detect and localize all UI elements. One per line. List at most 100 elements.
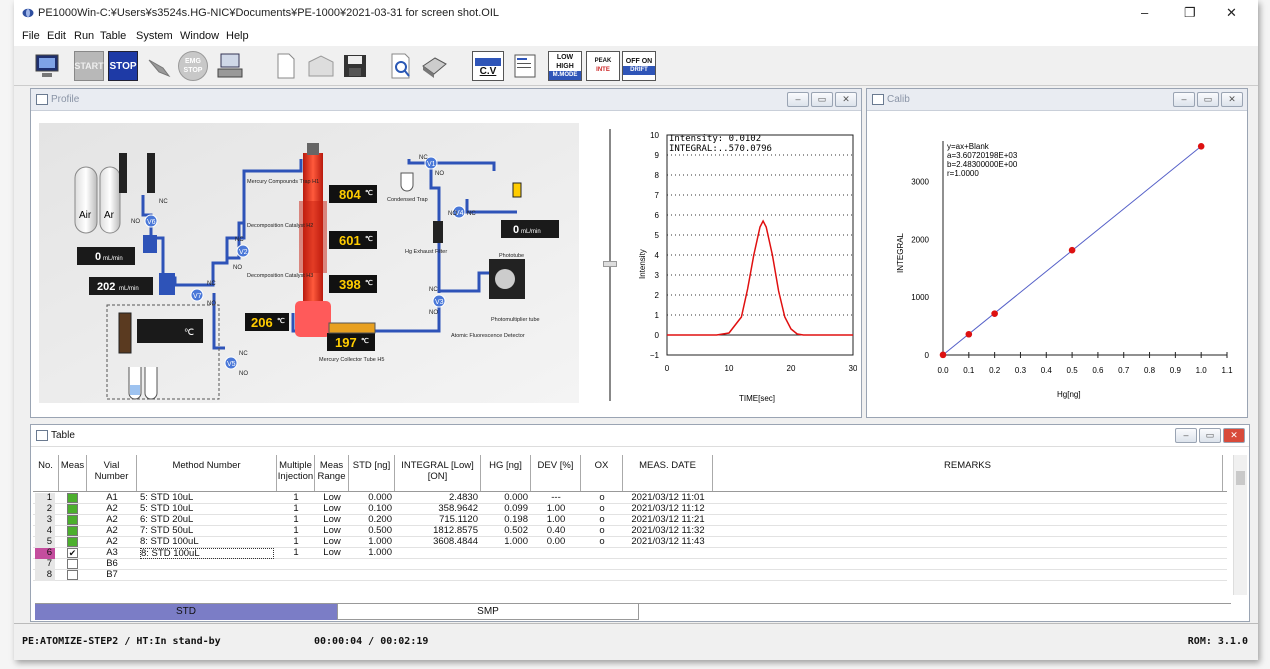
cv-button[interactable]: C.V (472, 51, 504, 81)
pmt-label: Photomultiplier tube (491, 317, 540, 323)
hdr-meas-range[interactable]: Meas Range (315, 455, 349, 492)
hdr-hg[interactable]: HG [ng] (481, 455, 531, 492)
menu-file[interactable]: File (22, 30, 40, 42)
print-monitor-button[interactable] (214, 51, 246, 81)
cell-meas-date: 2021/03/12 11:12 (631, 503, 705, 514)
printer-icon (422, 57, 447, 78)
cell-no: 2 (35, 503, 55, 515)
tab-std[interactable]: STD (35, 604, 337, 620)
hdr-multi-inj[interactable]: Multiple Injection (277, 455, 315, 492)
calib-a: a=3.60720198E+03 (947, 151, 1018, 160)
emg-stop-button[interactable]: EMG STOP (178, 51, 208, 81)
table-scroll-thumb[interactable] (1236, 471, 1245, 485)
cell-vial: B6 (106, 558, 118, 569)
cell-dev: 1.00 (546, 503, 566, 514)
meas-checkbox[interactable] (67, 504, 78, 514)
v4-nc-label: NC (467, 211, 476, 217)
menu-edit[interactable]: Edit (47, 30, 66, 42)
menu-help[interactable]: Help (226, 30, 249, 42)
calib-point (1197, 142, 1205, 150)
profile-minimize-button[interactable]: – (787, 92, 809, 107)
tab-smp[interactable]: SMP (337, 604, 639, 620)
mass-flow-controller-2 (159, 273, 175, 295)
hdr-vial[interactable]: Vial Number (87, 455, 137, 492)
open-file-button[interactable] (306, 51, 336, 81)
flow-2-unit: mL/min (119, 286, 139, 292)
cell-no: 1 (35, 492, 55, 504)
hdr-remarks[interactable]: REMARKS (713, 455, 1223, 492)
cell-no: 3 (35, 514, 55, 526)
outlet-indicator (512, 182, 522, 198)
menu-window[interactable]: Window (180, 30, 219, 42)
hdr-integral[interactable]: INTEGRAL [Low][ON] (395, 455, 481, 492)
calib-minimize-button[interactable]: – (1173, 92, 1195, 107)
new-file-button[interactable] (272, 51, 300, 81)
cell-hg (484, 559, 528, 570)
meas-checkbox[interactable] (67, 537, 78, 547)
hdr-std[interactable]: STD [ng] (349, 455, 395, 492)
table-scrollbar[interactable] (1233, 455, 1247, 595)
meas-checkbox[interactable] (67, 526, 78, 536)
calib-xtick-label: 0.1 (963, 366, 975, 375)
calib-close-button[interactable]: ✕ (1221, 92, 1243, 107)
peak-inte-button[interactable]: PEAK INTE (586, 51, 620, 81)
cell-meas-range: Low (323, 536, 341, 547)
calib-window-icon (872, 94, 884, 105)
stop-button[interactable]: STOP (108, 51, 138, 81)
table-restore-button[interactable]: ▭ (1199, 428, 1221, 443)
calib-xtick-label: 1.0 (1196, 366, 1208, 375)
meas-checkbox[interactable] (67, 570, 78, 580)
peak-xtick-label: 0 (665, 364, 670, 373)
meas-checkbox[interactable] (67, 493, 78, 503)
cell-ox: o (599, 514, 605, 525)
profile-restore-button[interactable]: ▭ (811, 92, 833, 107)
monitor-button[interactable] (32, 51, 62, 81)
v1-no-label: NO (435, 171, 444, 177)
meas-checkbox[interactable] (67, 515, 78, 525)
menu-run[interactable]: Run (74, 30, 94, 42)
start-label: START (74, 60, 104, 71)
minimize-button[interactable]: – (1141, 5, 1148, 20)
peak-scale-slider[interactable] (603, 261, 617, 267)
hdr-dev[interactable]: DEV [%] (531, 455, 581, 492)
report-button[interactable] (510, 51, 540, 81)
close-button[interactable]: ✕ (1226, 5, 1237, 21)
menu-system[interactable]: System (136, 30, 173, 42)
hdr-ox[interactable]: OX (581, 455, 623, 492)
emg-stop-label: EMG STOP (183, 58, 203, 74)
profile-close-button[interactable]: ✕ (835, 92, 857, 107)
cell-no: 5 (35, 536, 55, 548)
print-preview-button[interactable] (386, 51, 416, 81)
hdr-meas-date[interactable]: MEAS. DATE (623, 455, 713, 492)
table-minimize-button[interactable]: – (1175, 428, 1197, 443)
drift-button[interactable]: OFF ON DRIFT (622, 51, 656, 81)
menu-table[interactable]: Table (100, 30, 126, 42)
calib-point (1068, 246, 1076, 254)
cell-hg: 0.502 (504, 525, 528, 536)
h1-deg: ℃ (365, 189, 373, 197)
save-disk-icon (344, 55, 366, 77)
m-mode-button[interactable]: LOW HIGH M.MODE (548, 51, 582, 81)
save-button[interactable] (340, 51, 370, 81)
table-window-icon (36, 430, 48, 441)
calib-restore-button[interactable]: ▭ (1197, 92, 1219, 107)
off-on-label: OFF ON (625, 58, 653, 65)
cell-method: 7: STD 50uL (140, 525, 194, 536)
meas-checkbox[interactable]: ✔ (67, 548, 78, 558)
v3-label: V3 (435, 299, 444, 306)
table-close-button[interactable]: ✕ (1223, 428, 1245, 443)
cell-method (140, 559, 274, 570)
hdr-no[interactable]: No. (33, 455, 59, 492)
restore-button[interactable]: ❐ (1184, 5, 1196, 21)
cell-meas-range: Low (323, 503, 341, 514)
meas-checkbox[interactable] (67, 559, 78, 569)
print-button[interactable] (418, 51, 450, 81)
pipette-button[interactable] (144, 51, 174, 81)
flow-1-value: 0 (95, 251, 101, 263)
cell-multi-inj: 1 (293, 536, 299, 547)
profile-window: Profile – ▭ ✕ Air Ar V6 V7 V2 V1 V3 V4 V… (30, 88, 862, 418)
calib-window: Calib – ▭ ✕ 3000 2000 1000 0 0.0 0.1 0.2 0.3 0.4 0.… (866, 88, 1248, 418)
hdr-method[interactable]: Method Number (137, 455, 277, 492)
hdr-meas[interactable]: Meas (59, 455, 87, 492)
start-button[interactable]: START (74, 51, 104, 81)
